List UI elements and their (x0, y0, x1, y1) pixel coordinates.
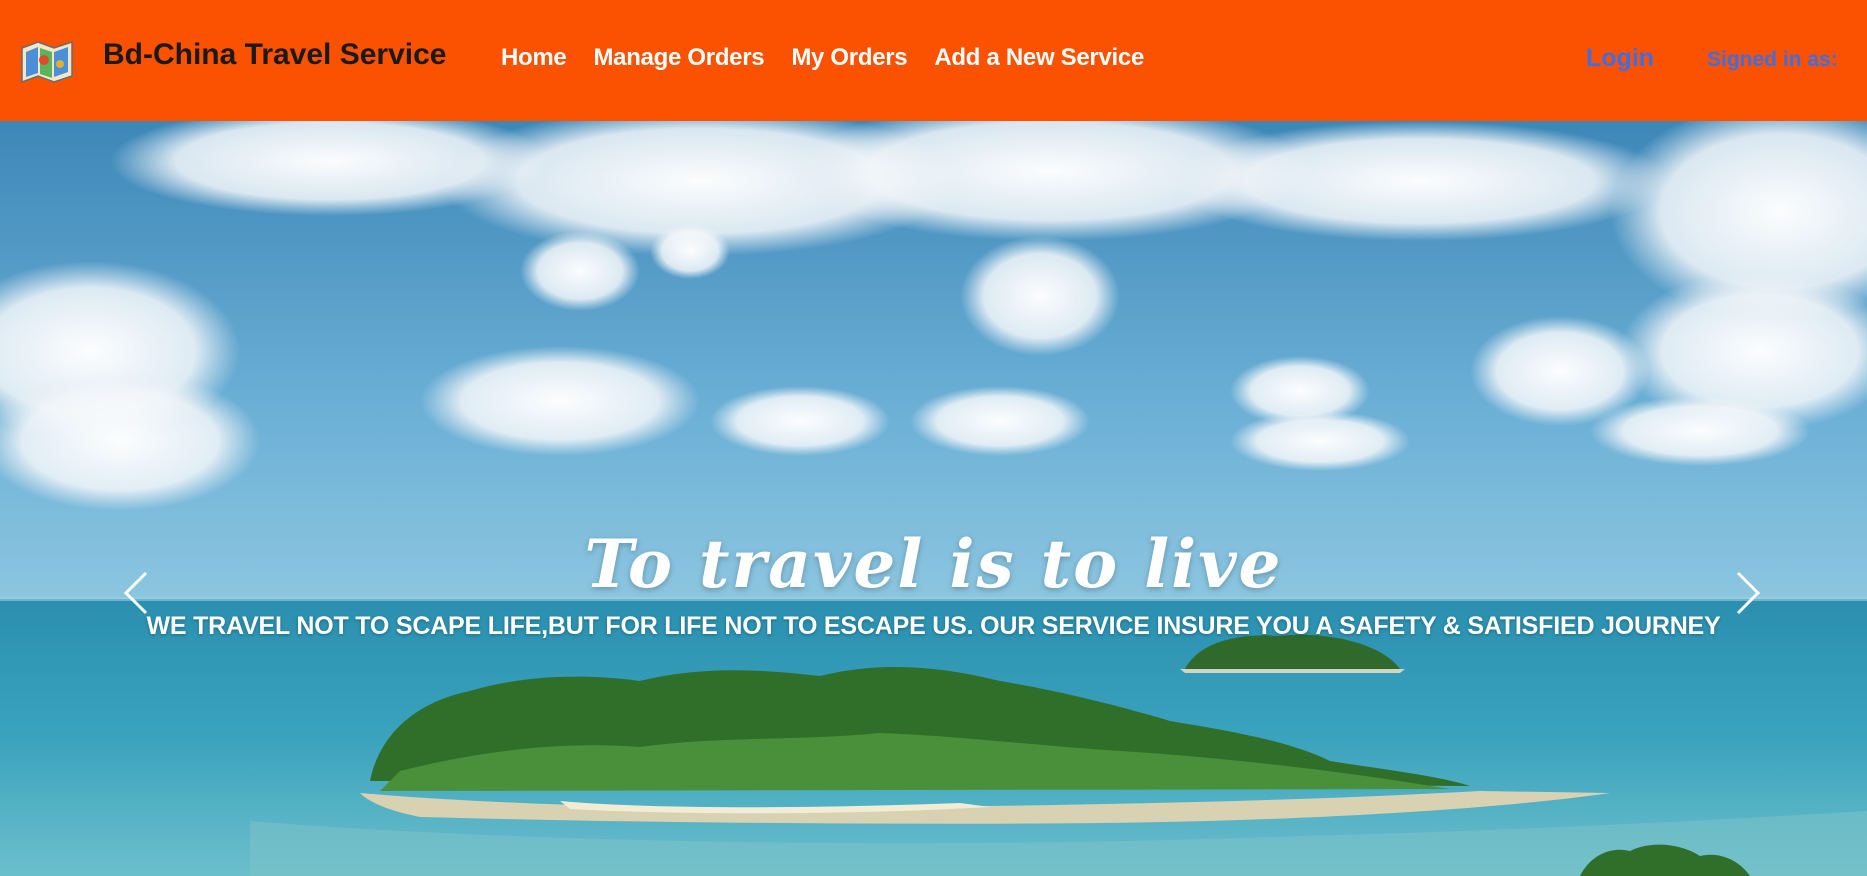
hero-carousel: To travel is to live WE TRAVEL NOT TO SC… (0, 121, 1867, 876)
navbar: Bd-China Travel Service Home Manage Orde… (0, 0, 1867, 121)
chevron-left-icon[interactable] (118, 563, 158, 623)
hero-background-image (0, 121, 1867, 876)
signed-in-label: Signed in as: (1707, 48, 1838, 71)
hero-subtitle: WE TRAVEL NOT TO SCAPE LIFE,BUT FOR LIFE… (146, 612, 1721, 640)
main-nav: Home Manage Orders My Orders Add a New S… (501, 44, 1144, 72)
hero-title: To travel is to live (584, 525, 1283, 603)
login-link[interactable]: Login (1586, 44, 1654, 73)
map-icon[interactable] (18, 36, 76, 86)
nav-link-add-service[interactable]: Add a New Service (934, 44, 1144, 72)
nav-link-home[interactable]: Home (501, 44, 567, 72)
nav-link-my-orders[interactable]: My Orders (791, 44, 907, 72)
chevron-right-icon[interactable] (1726, 563, 1766, 623)
brand-name[interactable]: Bd-China Travel Service (103, 38, 446, 72)
nav-link-manage-orders[interactable]: Manage Orders (593, 44, 764, 72)
